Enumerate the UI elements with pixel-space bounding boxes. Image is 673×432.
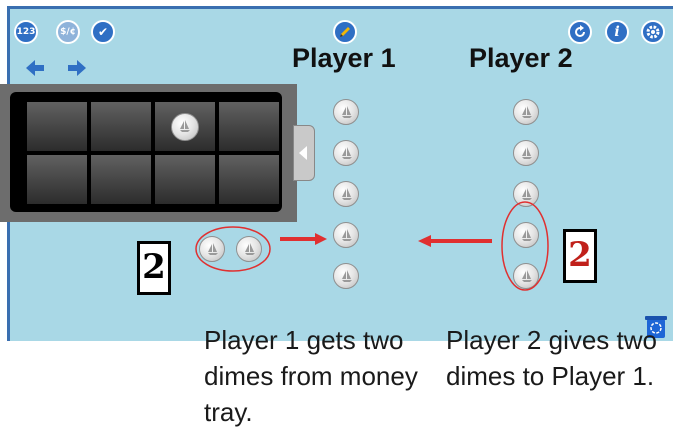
tray-slot[interactable] bbox=[219, 155, 279, 204]
dime-coin[interactable] bbox=[333, 140, 359, 166]
chevron-left-icon bbox=[299, 146, 307, 160]
dime-coin[interactable] bbox=[171, 113, 199, 141]
ship-icon bbox=[208, 243, 218, 255]
ship-icon bbox=[522, 270, 532, 282]
edit-button[interactable] bbox=[333, 20, 357, 44]
ship-icon bbox=[342, 106, 352, 118]
ship-icon bbox=[342, 270, 352, 282]
ship-icon bbox=[522, 188, 532, 200]
tray-slot[interactable] bbox=[91, 102, 151, 151]
tray-slot[interactable] bbox=[27, 155, 87, 204]
number-mode-button[interactable]: 123 bbox=[14, 20, 38, 44]
dime-coin[interactable] bbox=[333, 222, 359, 248]
refresh-icon bbox=[575, 25, 585, 37]
dime-coin[interactable] bbox=[513, 99, 539, 125]
dime-coin[interactable] bbox=[333, 263, 359, 289]
dime-coin[interactable] bbox=[513, 140, 539, 166]
dime-coin[interactable] bbox=[333, 99, 359, 125]
money-mode-button[interactable]: $/¢ bbox=[56, 20, 80, 44]
ship-icon bbox=[180, 120, 190, 132]
check-button[interactable]: ✔ bbox=[91, 20, 115, 44]
tray-collapse-tab[interactable] bbox=[293, 125, 315, 181]
ship-icon bbox=[522, 147, 532, 159]
ship-icon bbox=[342, 147, 352, 159]
player2-caption: Player 2 gives two dimes to Player 1. bbox=[446, 325, 657, 391]
dime-coin[interactable] bbox=[513, 181, 539, 207]
ship-icon bbox=[245, 243, 255, 255]
player1-caption: Player 1 gets two dimes from money tray. bbox=[204, 325, 418, 427]
reset-button[interactable] bbox=[568, 20, 592, 44]
ship-icon bbox=[342, 229, 352, 241]
arrow-right-icon[interactable] bbox=[66, 58, 88, 78]
dime-coin[interactable] bbox=[513, 222, 539, 248]
dime-coin[interactable] bbox=[513, 263, 539, 289]
pencil-icon bbox=[340, 27, 350, 37]
player-1-title: Player 1 bbox=[292, 43, 396, 73]
dime-coin[interactable] bbox=[199, 236, 225, 262]
dime-coin[interactable] bbox=[236, 236, 262, 262]
tray-slot[interactable] bbox=[91, 155, 151, 204]
left-count-box: 2 bbox=[137, 241, 171, 295]
ship-icon bbox=[522, 106, 532, 118]
ship-icon bbox=[342, 188, 352, 200]
player-2-title: Player 2 bbox=[469, 43, 573, 73]
tray-slot[interactable] bbox=[155, 155, 215, 204]
tray-slot[interactable] bbox=[219, 102, 279, 151]
arrow-left-icon[interactable] bbox=[24, 58, 46, 78]
info-button[interactable]: i bbox=[605, 20, 629, 44]
settings-button[interactable] bbox=[641, 20, 665, 44]
dime-coin[interactable] bbox=[333, 181, 359, 207]
gear-icon bbox=[646, 25, 660, 39]
tray-slot[interactable] bbox=[27, 102, 87, 151]
ship-icon bbox=[522, 229, 532, 241]
right-count-box: 2 bbox=[563, 229, 597, 283]
